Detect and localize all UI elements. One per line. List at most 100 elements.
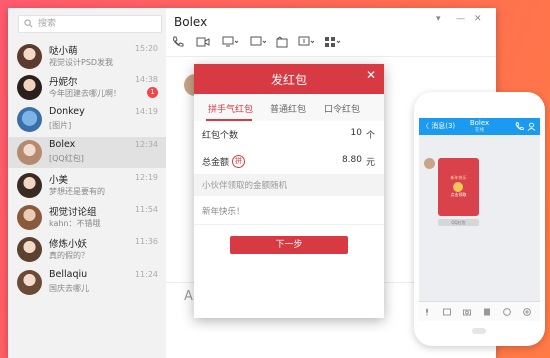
voice-icon[interactable] [423, 308, 431, 316]
emoji-icon[interactable] [503, 308, 511, 316]
message-time: 11:36 [134, 237, 158, 246]
tab-normal-packet[interactable]: 普通红包 [270, 102, 306, 115]
message-preview: 梦想还是要有的 [49, 187, 105, 196]
profile-icon[interactable] [527, 122, 536, 131]
phone-call-icon[interactable] [515, 122, 524, 131]
packet-caption-text: QQ红包 [451, 220, 466, 225]
message-time: 15:20 [134, 44, 158, 53]
avatar [17, 75, 42, 100]
chat-title: Bolex [174, 15, 208, 29]
contact-name: 哒小萌 [49, 46, 78, 57]
home-indicator [472, 328, 486, 334]
message-time: 11:54 [134, 205, 158, 214]
remote-desktop-icon[interactable] [222, 36, 238, 48]
file-transfer-icon[interactable] [276, 36, 288, 48]
lucky-pin-icon: 拼 [232, 155, 245, 168]
count-value[interactable]: 10 [351, 128, 362, 138]
conversation-item[interactable]: 修炼小妖 真的假的？ 11:36 [8, 234, 166, 265]
message-time: 12:19 [134, 173, 158, 182]
next-step-button[interactable]: 下一步 [230, 236, 348, 254]
red-packet-dialog: 发红包 ✕ 拼手气红包 普通红包 口令红包 红包个数 10 个 总金额 拼 8.… [194, 64, 384, 318]
greeting-field[interactable]: 新年快乐！ [194, 196, 384, 225]
close-window-icon[interactable]: ✕ [474, 14, 482, 24]
contact-name: Bolex [49, 139, 76, 150]
contact-name: 视觉讨论组 [49, 207, 97, 218]
whiteboard-icon[interactable] [298, 36, 314, 48]
tab-password-packet[interactable]: 口令红包 [324, 102, 360, 115]
message-preview: [QQ红包] [49, 154, 84, 163]
phone-input-bar [419, 301, 540, 321]
total-amount-field[interactable]: 总金额 拼 8.80 元 [194, 148, 384, 176]
packet-greeting: 新年快乐 [450, 175, 467, 180]
message-preview: kahn：不错哦 [49, 219, 101, 228]
search-icon [24, 19, 33, 28]
greeting-text: 新年快乐！ [202, 207, 245, 217]
count-label: 红包个数 [202, 131, 239, 141]
unread-badge: 1 [147, 87, 158, 98]
phone-mockup: 〈 消息(3) Bolex 在线 新年快乐 点击领取 QQ红包 [414, 92, 545, 346]
conversation-item[interactable]: 视觉讨论组 kahn：不错哦 11:54 [8, 202, 166, 233]
avatar [17, 140, 42, 165]
search-box[interactable]: 搜索 [18, 15, 162, 33]
phone-call-icon[interactable] [172, 36, 184, 48]
conversation-sidebar: 搜索 哒小萌 视觉设计PSD发我 15:20 丹妮尔 今年团建去哪儿啊！ 14:… [8, 8, 166, 358]
avatar [17, 44, 42, 69]
packet-type-tabs: 拼手气红包 普通红包 口令红包 [194, 94, 384, 121]
red-packet-message[interactable]: 新年快乐 点击领取 [438, 158, 479, 216]
minimize-icon[interactable]: — [456, 14, 465, 24]
conversation-item[interactable]: Donkey [图片] 14:19 [8, 104, 166, 135]
conversation-item[interactable]: 哒小萌 视觉设计PSD发我 15:20 [8, 41, 166, 72]
dropdown-icon[interactable]: ▾ [436, 14, 441, 24]
red-packet-icon[interactable] [483, 308, 491, 316]
avatar [17, 173, 42, 198]
amount-unit: 元 [365, 158, 375, 168]
avatar [17, 237, 42, 262]
apps-grid-icon[interactable] [324, 36, 342, 48]
contact-name: Donkey [49, 106, 85, 117]
close-icon[interactable]: ✕ [366, 68, 376, 82]
message-preview: 国庆去哪儿 [49, 284, 89, 293]
phone-title-bar: 〈 消息(3) Bolex 在线 [419, 118, 540, 135]
conversation-item[interactable]: 小美 梦想还是要有的 12:19 [8, 170, 166, 201]
count-unit: 个 [365, 131, 375, 141]
packet-action: 点击领取 [450, 192, 467, 197]
avatar [17, 205, 42, 230]
phone-screen: 〈 消息(3) Bolex 在线 新年快乐 点击领取 QQ红包 [419, 118, 540, 321]
search-placeholder: 搜索 [38, 19, 57, 29]
dialog-header: 发红包 ✕ [194, 64, 384, 94]
contact-name: 修炼小妖 [49, 239, 88, 250]
header-divider [166, 56, 496, 57]
message-time: 14:19 [134, 107, 158, 116]
plus-icon[interactable] [523, 308, 531, 316]
font-format-icon[interactable]: A [184, 289, 193, 304]
avatar [17, 270, 42, 295]
random-amount-hint: 小伙伴领取的金额随机 [194, 174, 384, 196]
image-icon[interactable] [443, 308, 451, 316]
coin-icon [453, 182, 463, 192]
amount-value[interactable]: 8.80 [342, 155, 362, 165]
contact-name: 丹妮尔 [49, 77, 78, 88]
avatar [17, 107, 42, 132]
message-preview: [图片] [49, 121, 72, 130]
contact-name: Bellaqiu [49, 269, 88, 280]
conversation-item[interactable]: Bellaqiu 国庆去哪儿 11:24 [8, 267, 166, 298]
message-time: 14:38 [134, 75, 158, 84]
video-call-icon[interactable] [196, 36, 210, 48]
hint-text: 小伙伴领取的金额随机 [202, 181, 288, 191]
amount-label: 总金额 [202, 158, 230, 168]
message-preview: 视觉设计PSD发我 [49, 58, 114, 67]
sender-avatar [424, 158, 435, 169]
conversation-item[interactable]: 丹妮尔 今年团建去哪儿啊！ 14:38 1 [8, 72, 166, 103]
conversation-item-selected[interactable]: Bolex [QQ红包] 12:34 [8, 137, 166, 168]
packet-count-field[interactable]: 红包个数 10 个 [194, 121, 384, 149]
camera-icon[interactable] [463, 308, 471, 316]
message-time: 11:24 [134, 270, 158, 279]
packet-caption: QQ红包 [438, 219, 479, 226]
tab-lucky-packet[interactable]: 拼手气红包 [208, 102, 253, 115]
screen-share-icon[interactable] [250, 36, 266, 48]
message-preview: 真的假的？ [49, 251, 89, 260]
message-time: 12:34 [134, 140, 158, 149]
message-preview: 今年团建去哪儿啊！ [49, 89, 121, 98]
dialog-title: 发红包 [270, 73, 307, 87]
contact-name: 小美 [49, 175, 69, 186]
